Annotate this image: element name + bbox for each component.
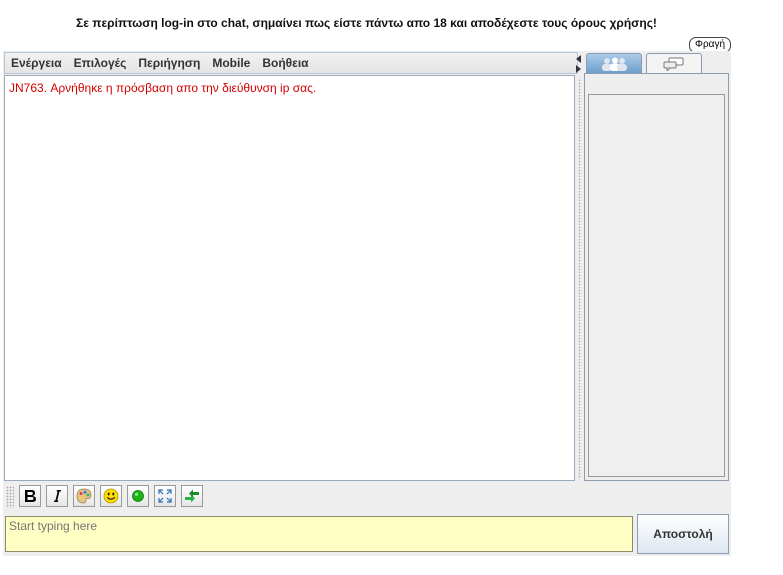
bold-button[interactable] bbox=[19, 485, 41, 507]
bold-icon bbox=[25, 490, 36, 502]
status-green-icon bbox=[132, 490, 144, 502]
input-row: Αποστολή bbox=[3, 513, 731, 556]
menu-browse[interactable]: Περιήγηση bbox=[132, 56, 206, 70]
swap-button[interactable] bbox=[181, 485, 203, 507]
side-panel bbox=[584, 53, 730, 481]
menu-action[interactable]: Ενέργεια bbox=[5, 56, 68, 70]
italic-button[interactable] bbox=[46, 485, 68, 507]
menu-mobile[interactable]: Mobile bbox=[206, 56, 256, 70]
color-palette-icon bbox=[76, 488, 92, 504]
tab-users[interactable] bbox=[586, 53, 642, 73]
chat-area: JN763. Αρνήθηκε η πρόσβαση απο την διεύθ… bbox=[4, 75, 575, 481]
fullscreen-button[interactable] bbox=[154, 485, 176, 507]
swap-arrows-icon bbox=[185, 489, 199, 503]
send-button[interactable]: Αποστολή bbox=[637, 514, 729, 554]
tab-conversations[interactable] bbox=[646, 53, 702, 73]
menu-help[interactable]: Βοήθεια bbox=[256, 56, 314, 70]
message-input[interactable] bbox=[5, 516, 633, 552]
fullscreen-icon bbox=[158, 489, 172, 503]
collapse-left-icon[interactable] bbox=[576, 55, 581, 63]
menu-options[interactable]: Επιλογές bbox=[68, 56, 133, 70]
panel-splitter[interactable] bbox=[575, 51, 584, 481]
splitter-grip bbox=[578, 79, 581, 479]
users-icon bbox=[602, 57, 627, 71]
status-button[interactable] bbox=[127, 485, 149, 507]
format-toolbar bbox=[3, 483, 731, 511]
italic-icon bbox=[53, 490, 61, 502]
menu-bar: Ενέργεια Επιλογές Περιήγηση Mobile Βοήθε… bbox=[4, 52, 578, 74]
smiley-icon bbox=[103, 488, 119, 504]
color-button[interactable] bbox=[73, 485, 95, 507]
user-list[interactable] bbox=[588, 94, 725, 477]
smiley-button[interactable] bbox=[100, 485, 122, 507]
collapse-right-icon[interactable] bbox=[576, 65, 581, 73]
side-panel-content bbox=[584, 73, 729, 481]
chat-app: Ενέργεια Επιλογές Περιήγηση Mobile Βοήθε… bbox=[3, 51, 731, 556]
toolbar-grip bbox=[6, 486, 14, 508]
chat-message: JN763. Αρνήθηκε η πρόσβαση απο την διεύθ… bbox=[9, 81, 317, 95]
terms-notice: Σε περίπτωση log-in στο chat, σημαίνει π… bbox=[76, 16, 657, 30]
chat-bubbles-icon bbox=[663, 57, 684, 71]
